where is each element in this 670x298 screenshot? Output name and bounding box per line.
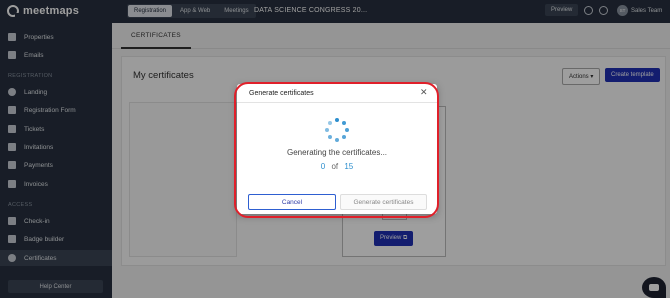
dialog-title: Generate certificates: [249, 90, 314, 97]
loading-spinner-icon: [325, 118, 349, 142]
divider: [237, 102, 437, 103]
generate-certificates-dialog: Generate certificates ✕ Generating the c…: [237, 84, 437, 214]
status-text: Generating the certificates...: [286, 148, 388, 157]
cancel-button[interactable]: Cancel: [248, 194, 336, 210]
progress-counter: 0 of 15: [237, 162, 437, 171]
progress-current: 0: [320, 162, 326, 171]
generate-certificates-button[interactable]: Generate certificates: [340, 194, 427, 210]
progress-of: of: [331, 162, 339, 171]
progress-total: 15: [344, 162, 354, 171]
close-icon[interactable]: ✕: [420, 88, 428, 97]
